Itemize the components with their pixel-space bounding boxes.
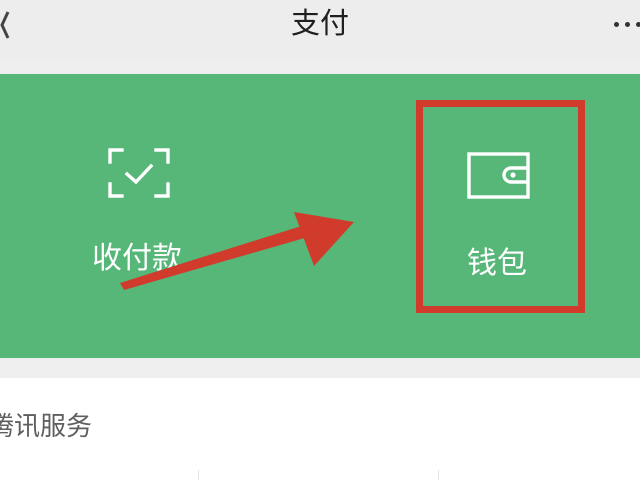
grid-divider [438,470,439,480]
tencent-services-section [0,378,640,480]
section-title: 腾讯服务 [0,412,93,442]
grid-divider [198,470,199,480]
